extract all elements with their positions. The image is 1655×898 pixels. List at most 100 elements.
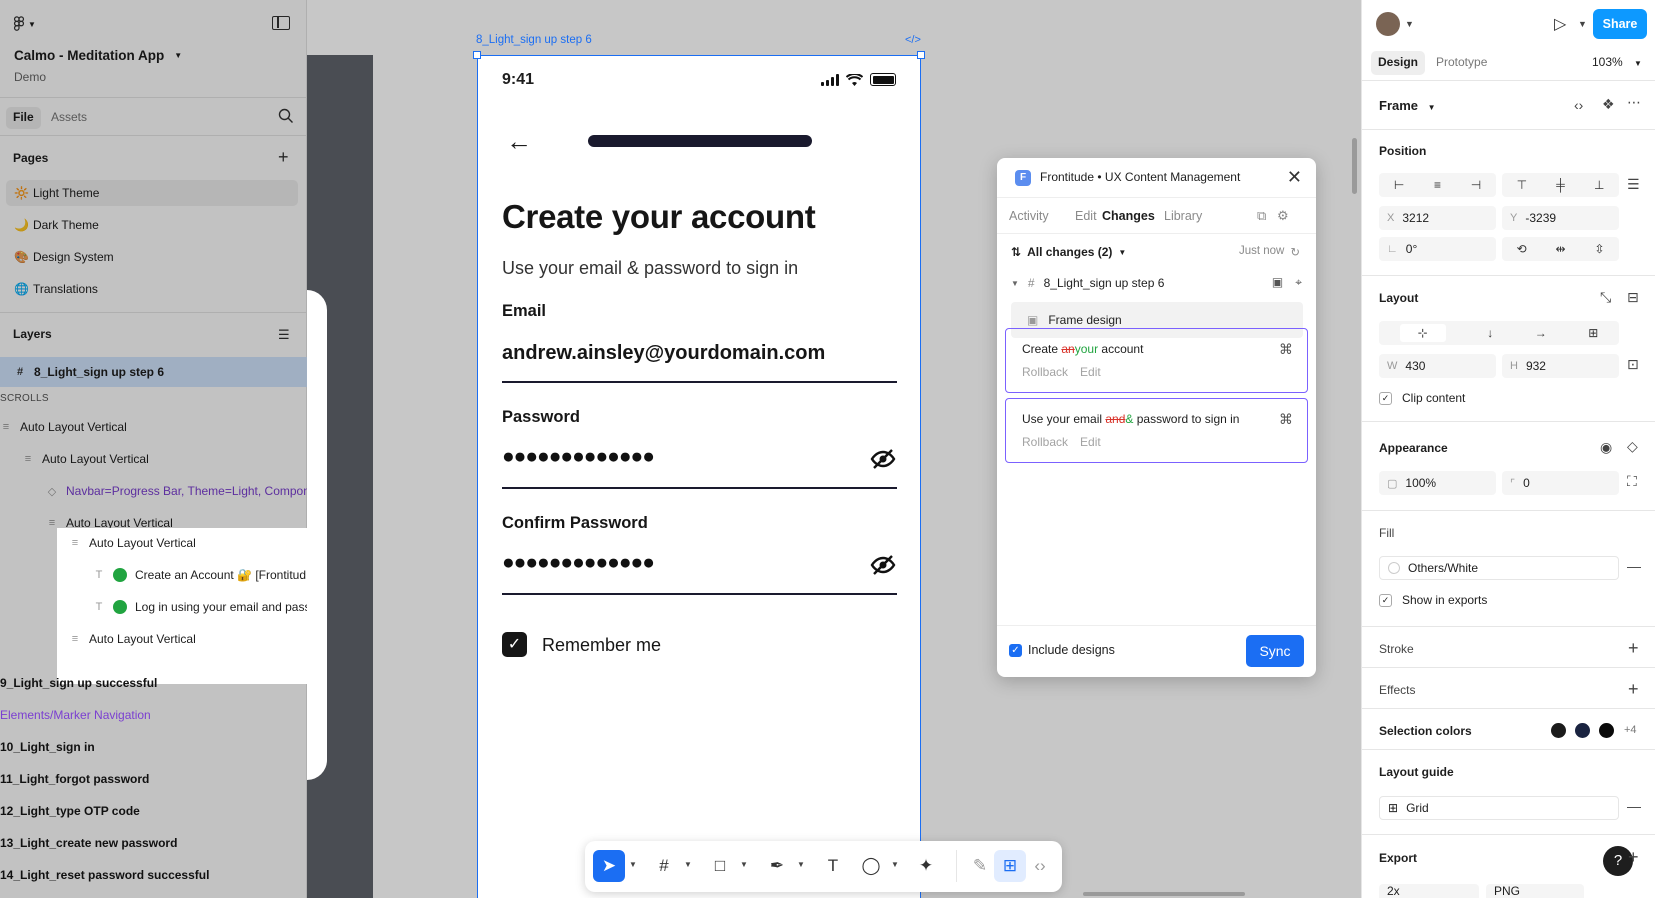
layer-row[interactable]: T Log in using your email and pass [93,592,307,622]
code-icon[interactable]: </> [905,34,921,46]
settings-icon[interactable]: ⚙ [1277,208,1289,224]
x-field[interactable]: X 3212 [1379,206,1496,230]
layer-row[interactable]: ◇ Navbar=Progress Bar, Theme=Light, Comp… [46,476,307,506]
sync-button[interactable]: Sync [1246,635,1304,667]
fill-style-field[interactable]: Others/White [1379,556,1619,580]
frame-label[interactable]: 8_Light_sign up step 6 [476,34,592,46]
remember-checkbox[interactable]: ✓ [502,632,527,657]
align-left-icon[interactable]: ⊢ [1394,178,1404,192]
layer-row[interactable]: ≡ Auto Layout Vertical [0,412,127,442]
align-top-icon[interactable]: ⊤ [1517,178,1527,192]
share-button[interactable]: Share [1593,9,1647,39]
layer-row[interactable]: 10_Light_sign in [0,732,95,762]
export-format-select[interactable]: PNG [1486,884,1584,898]
layout-horizontal-icon[interactable]: → [1535,326,1547,340]
comment-tool-icon[interactable]: ◯ [855,850,887,882]
password-field[interactable]: ●●●●●●●●●●●●● [502,445,655,469]
grid-field[interactable]: ⊞ Grid [1379,796,1619,820]
rollback-button[interactable]: Rollback [1022,435,1068,449]
text-tool-icon[interactable]: T [817,850,849,882]
distribute-icon[interactable]: ☰ [1627,176,1640,193]
eye-off-icon[interactable] [870,446,896,472]
chevron-down-icon[interactable]: ▼ [891,860,899,869]
corner-radius-field[interactable]: ⌜ 0 [1502,471,1619,495]
add-page-icon[interactable]: + [278,148,289,166]
layer-type[interactable]: Frame ▼ [1379,98,1436,113]
page-item-design-system[interactable]: 🎨 Design System [6,244,298,270]
layout-free-icon[interactable]: ⊹ [1399,324,1446,342]
page-item-light-theme[interactable]: 🔆 Light Theme [6,180,298,206]
more-colors[interactable]: +4 [1624,724,1637,736]
color-swatch[interactable] [1575,723,1590,738]
color-swatch[interactable] [1551,723,1566,738]
sidebar-toggle-icon[interactable] [272,16,290,30]
rotation-field[interactable]: ∟ 0° [1379,237,1496,261]
tab-assets[interactable]: Assets [44,107,94,129]
avatar[interactable] [1376,12,1400,36]
canvas[interactable]: 8_Light_sign up step 6 </> 9:41 ← Create… [307,0,1361,898]
width-field[interactable]: W 430 [1379,354,1496,378]
vertical-align-group[interactable]: ⊤ ╪ ⊥ [1502,173,1619,197]
close-icon[interactable]: ✕ [1287,167,1302,188]
design-mode-icon[interactable]: ⊞ [994,850,1026,882]
layer-row[interactable]: 12_Light_type OTP code [0,796,140,826]
layer-row[interactable]: ≡ Auto Layout Vertical [22,444,149,474]
rollback-button[interactable]: Rollback [1022,365,1068,379]
tab-file[interactable]: File [6,107,41,129]
chevron-down-icon[interactable]: ▼ [797,860,805,869]
remove-icon[interactable]: — [1627,798,1641,814]
changes-filter[interactable]: ⇅ All changes (2) ▼ [1011,245,1126,259]
layer-row[interactable]: Elements/Marker Navigation [0,700,151,730]
resize-to-fit-icon[interactable]: ⊡ [1627,356,1639,373]
email-field[interactable]: andrew.ainsley@yourdomain.com [502,342,825,365]
team-name[interactable]: Demo [14,70,46,84]
open-external-icon[interactable]: ⧉ [1257,208,1266,224]
more-icon[interactable]: ⋯ [1627,94,1641,111]
chevron-down-icon[interactable]: ▼ [684,860,692,869]
transform-group[interactable]: ⟲ ⇹ ⇳ [1502,237,1619,261]
collapse-icon[interactable]: ⤡ [1600,289,1611,306]
chevron-down-icon[interactable]: ▼ [740,860,748,869]
component-icon[interactable]: ❖ [1602,96,1615,113]
clip-content-checkbox[interactable]: ✓ Clip content [1379,391,1465,405]
draw-mode-icon[interactable]: ✎ [964,850,996,882]
auto-layout-icon[interactable]: ⊟ [1627,289,1639,306]
search-icon[interactable] [278,108,294,124]
ai-tool-icon[interactable]: ✦ [910,850,942,882]
remove-icon[interactable]: — [1627,558,1641,574]
add-icon[interactable]: + [1628,638,1639,659]
main-menu-button[interactable]: ▼ [13,14,39,34]
horizontal-scrollbar[interactable] [1083,892,1245,896]
flip-vertical-icon[interactable]: ⇳ [1594,242,1604,256]
page-item-translations[interactable]: 🌐 Translations [6,276,298,302]
add-icon[interactable]: + [1628,847,1639,868]
layout-vertical-icon[interactable]: ↓ [1487,326,1493,340]
frame-tool-icon[interactable]: # [648,850,680,882]
chevron-down-icon[interactable]: ▼ [1405,19,1414,29]
layer-row[interactable]: 14_Light_reset password successful [0,860,209,890]
code-icon[interactable]: ‹› [1574,97,1583,113]
page-item-dark-theme[interactable]: 🌙 Dark Theme [6,212,298,238]
tab-activity[interactable]: Activity [1009,209,1049,223]
tab-changes[interactable]: Changes [1102,209,1155,223]
align-center-icon[interactable]: ≡ [1434,178,1441,192]
layout-grid-icon[interactable]: ⊞ [1588,326,1598,340]
add-icon[interactable]: + [1628,679,1639,700]
eye-off-icon[interactable] [870,552,896,578]
flip-horizontal-icon[interactable]: ⇹ [1555,242,1565,256]
file-name[interactable]: Calmo - Meditation App ▼ [14,48,182,63]
layer-row[interactable]: 11_Light_forgot password [0,764,149,794]
layer-row[interactable]: ≡ Auto Layout Vertical [69,528,299,558]
eye-icon[interactable]: ◉ [1600,439,1612,456]
rotate-icon[interactable]: ⟲ [1516,242,1526,256]
vertical-scrollbar[interactable] [1352,138,1357,194]
figma-component-icon[interactable]: ⌘ [1279,341,1293,358]
back-arrow-icon[interactable]: ← [506,126,532,157]
tab-design[interactable]: Design [1371,51,1426,75]
independent-corners-icon[interactable]: ⛶ [1627,473,1637,490]
tab-library[interactable]: Library [1164,209,1202,223]
blend-mode-icon[interactable]: ◇ [1627,438,1638,455]
y-field[interactable]: Y -3239 [1502,206,1619,230]
refresh-icon[interactable]: ↻ [1290,245,1300,259]
figma-component-icon[interactable]: ⌘ [1279,411,1293,428]
